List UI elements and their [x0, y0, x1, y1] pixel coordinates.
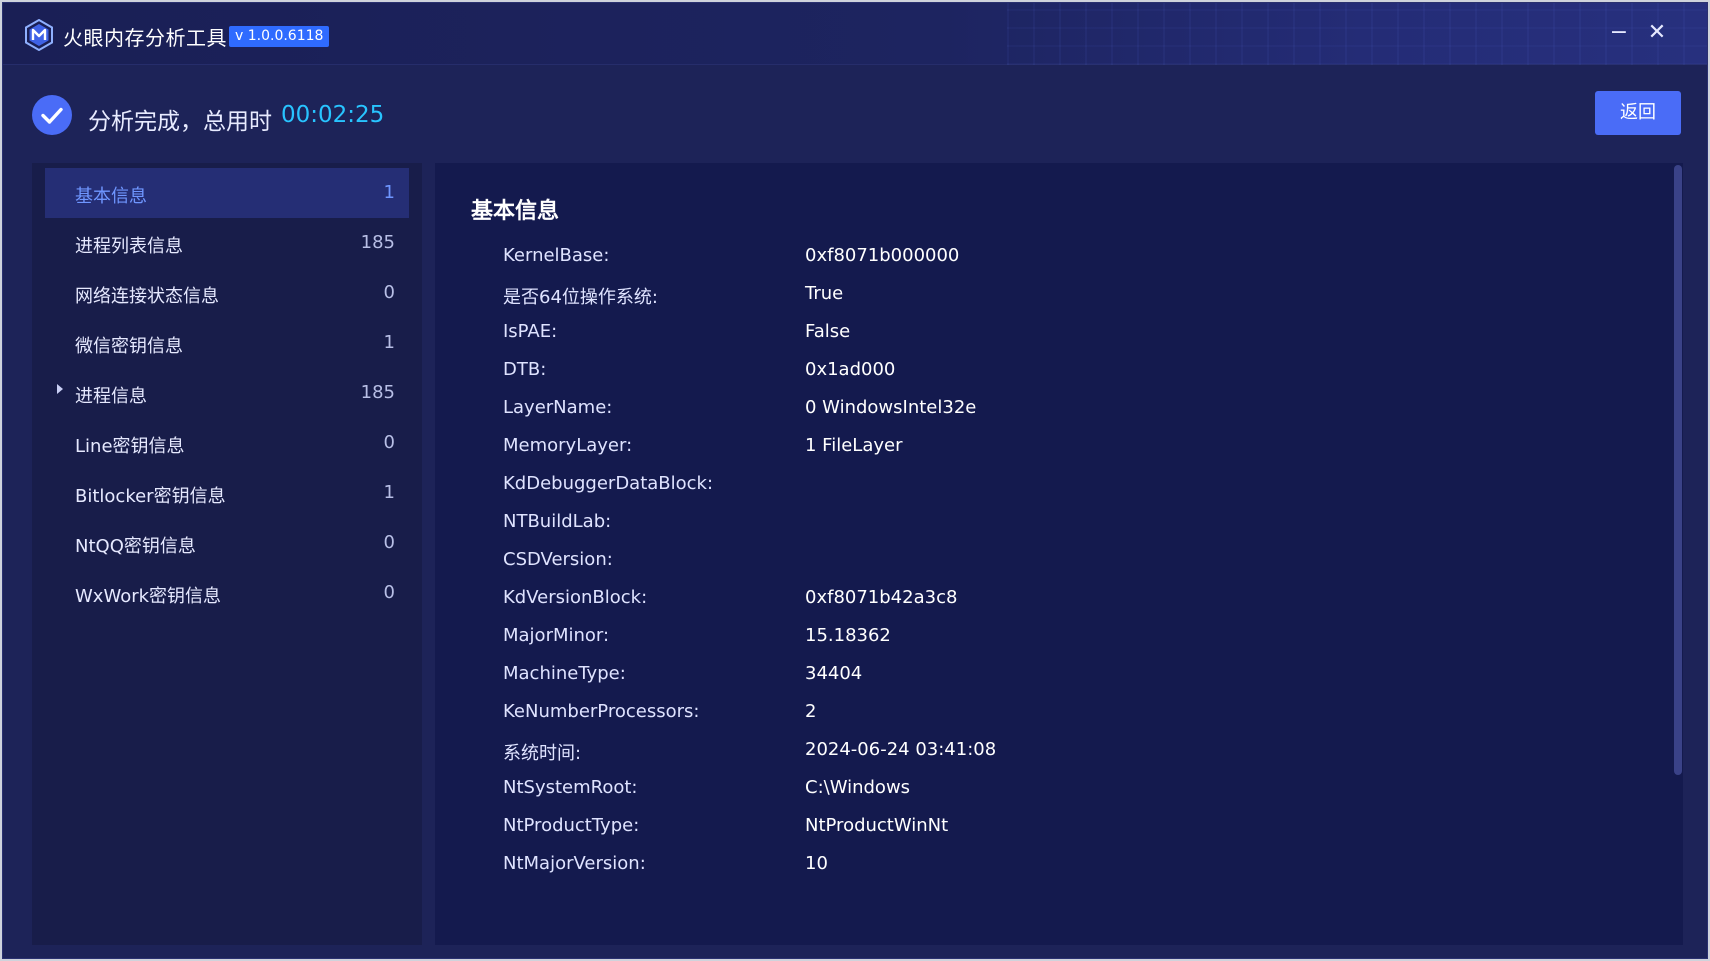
info-value: 0xf8071b000000: [805, 245, 960, 266]
minimize-button[interactable]: −: [1605, 19, 1633, 47]
sidebar: 基本信息 1 进程列表信息 185 网络连接状态信息 0 微信密钥信息 1 进程…: [32, 163, 422, 945]
info-value: NtProductWinNt: [805, 815, 949, 836]
sidebar-item-count: 185: [360, 382, 395, 403]
info-row: KdDebuggerDataBlock:: [435, 473, 1635, 511]
sidebar-item-count: 1: [383, 182, 395, 203]
sidebar-item-label: WxWork密钥信息: [75, 586, 222, 607]
version-badge: v 1.0.0.6118: [229, 26, 330, 47]
sidebar-item-basic-info[interactable]: 基本信息 1: [45, 168, 409, 218]
back-button[interactable]: 返回: [1595, 91, 1681, 135]
sidebar-item-label: 进程列表信息: [75, 236, 183, 257]
info-row: 是否64位操作系统: True: [435, 283, 1635, 321]
sidebar-item-line-keys[interactable]: Line密钥信息 0: [45, 418, 409, 468]
info-row: CSDVersion:: [435, 549, 1635, 587]
info-key: KeNumberProcessors:: [503, 701, 700, 722]
info-value: 34404: [805, 663, 863, 684]
info-row: IsPAE: False: [435, 321, 1635, 359]
info-row: NtSystemRoot: C:\Windows: [435, 777, 1635, 815]
info-row: LayerName: 0 WindowsIntel32e: [435, 397, 1635, 435]
info-value: True: [805, 283, 844, 304]
sidebar-item-process-list[interactable]: 进程列表信息 185: [45, 218, 409, 268]
info-key: KdVersionBlock:: [503, 587, 648, 608]
close-button[interactable]: ✕: [1643, 19, 1671, 47]
info-row: KeNumberProcessors: 2: [435, 701, 1635, 739]
check-circle-icon: [32, 95, 72, 135]
info-key: NtProductType:: [503, 815, 640, 836]
sidebar-item-count: 1: [383, 332, 395, 353]
info-row: NtMajorVersion: 10: [435, 853, 1635, 891]
app-title: 火眼内存分析工具: [63, 26, 227, 50]
info-value: 1 FileLayer: [805, 435, 903, 456]
sidebar-item-count: 1: [383, 482, 395, 503]
sidebar-item-label: 微信密钥信息: [75, 336, 183, 357]
info-value: 15.18362: [805, 625, 891, 646]
info-row: KdVersionBlock: 0xf8071b42a3c8: [435, 587, 1635, 625]
info-key: 系统时间:: [503, 743, 582, 764]
title-bar[interactable]: 火眼内存分析工具 v 1.0.0.6118 − ✕: [3, 3, 1707, 65]
info-value: 2024-06-24 03:41:08: [805, 739, 997, 760]
info-value: C:\Windows: [805, 777, 911, 798]
info-row: NTBuildLab:: [435, 511, 1635, 549]
info-value: 0x1ad000: [805, 359, 896, 380]
section-title: 基本信息: [471, 199, 560, 224]
sidebar-item-ntqq-keys[interactable]: NtQQ密钥信息 0: [45, 518, 409, 568]
info-key: MemoryLayer:: [503, 435, 633, 456]
info-key: MajorMinor:: [503, 625, 610, 646]
sidebar-item-count: 0: [383, 582, 395, 603]
sidebar-item-label: Line密钥信息: [75, 436, 185, 457]
info-key: IsPAE:: [503, 321, 558, 342]
info-value: False: [805, 321, 851, 342]
info-row: MachineType: 34404: [435, 663, 1635, 701]
info-key: CSDVersion:: [503, 549, 613, 570]
info-key: NtSystemRoot:: [503, 777, 638, 798]
sidebar-item-label: 基本信息: [75, 186, 147, 207]
sidebar-item-count: 185: [360, 232, 395, 253]
scrollbar-thumb[interactable]: [1674, 165, 1682, 775]
expand-arrow-icon[interactable]: [57, 384, 63, 394]
app-logo-icon: [25, 19, 53, 51]
sidebar-item-label: 进程信息: [75, 386, 147, 407]
info-value: 2: [805, 701, 817, 722]
info-key: LayerName:: [503, 397, 613, 418]
info-key: DTB:: [503, 359, 547, 380]
info-value: 0xf8071b42a3c8: [805, 587, 958, 608]
sidebar-item-wechat-keys[interactable]: 微信密钥信息 1: [45, 318, 409, 368]
sidebar-item-label: Bitlocker密钥信息: [75, 486, 226, 507]
main-content[interactable]: 基本信息 KernelBase: 0xf8071b000000 是否64位操作系…: [435, 163, 1683, 945]
status-message: 分析完成，总用时: [88, 109, 272, 135]
sidebar-item-count: 0: [383, 432, 395, 453]
sidebar-item-label: NtQQ密钥信息: [75, 536, 196, 557]
info-key: 是否64位操作系统:: [503, 287, 658, 308]
info-key: NtMajorVersion:: [503, 853, 646, 874]
info-key: KdDebuggerDataBlock:: [503, 473, 714, 494]
info-value: 10: [805, 853, 828, 874]
sidebar-item-bitlocker-keys[interactable]: Bitlocker密钥信息 1: [45, 468, 409, 518]
info-key: KernelBase:: [503, 245, 610, 266]
info-key: NTBuildLab:: [503, 511, 612, 532]
sidebar-item-count: 0: [383, 532, 395, 553]
info-row: MemoryLayer: 1 FileLayer: [435, 435, 1635, 473]
info-row: KernelBase: 0xf8071b000000: [435, 245, 1635, 283]
sidebar-item-wxwork-keys[interactable]: WxWork密钥信息 0: [45, 568, 409, 618]
sidebar-item-count: 0: [383, 282, 395, 303]
elapsed-time: 00:02:25: [281, 102, 385, 128]
info-row: 系统时间: 2024-06-24 03:41:08: [435, 739, 1635, 777]
info-row: DTB: 0x1ad000: [435, 359, 1635, 397]
info-row: MajorMinor: 15.18362: [435, 625, 1635, 663]
info-key: MachineType:: [503, 663, 626, 684]
sidebar-item-label: 网络连接状态信息: [75, 286, 219, 307]
sidebar-item-network-connections[interactable]: 网络连接状态信息 0: [45, 268, 409, 318]
sidebar-item-process-info[interactable]: 进程信息 185: [45, 368, 409, 418]
info-value: 0 WindowsIntel32e: [805, 397, 977, 418]
info-row: NtProductType: NtProductWinNt: [435, 815, 1635, 853]
app-window: 火眼内存分析工具 v 1.0.0.6118 − ✕ 分析完成，总用时 00:02…: [2, 2, 1708, 959]
